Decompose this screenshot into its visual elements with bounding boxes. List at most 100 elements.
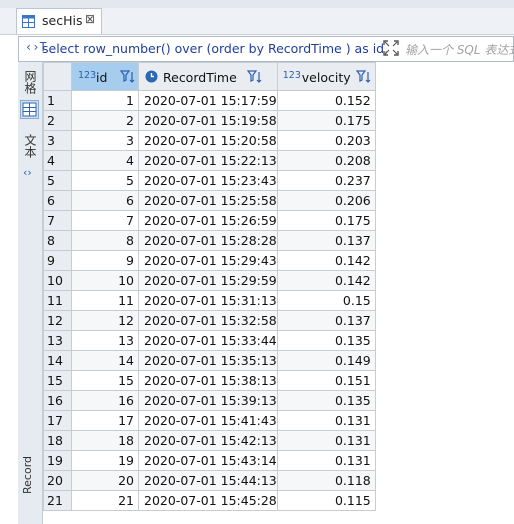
cell-recordtime[interactable]: 2020-07-01 15:38:13 <box>138 370 278 391</box>
row-number-cell[interactable]: 18 <box>43 430 72 451</box>
cell-velocity[interactable]: 0.142 <box>276 250 376 271</box>
table-row[interactable]: 17 17 2020-07-01 15:41:43 0.131 <box>43 410 376 431</box>
cell-id[interactable]: 6 <box>71 190 139 211</box>
cell-recordtime[interactable]: 2020-07-01 15:31:13 <box>138 290 278 311</box>
record-mode-label[interactable]: Record <box>21 456 34 494</box>
cell-id[interactable]: 3 <box>71 130 139 151</box>
table-row[interactable]: 1 1 2020-07-01 15:17:59 0.152 <box>43 90 376 111</box>
cell-velocity[interactable]: 0.149 <box>276 350 376 371</box>
grid-mode-button[interactable] <box>20 100 39 119</box>
cell-velocity[interactable]: 0.152 <box>276 90 376 111</box>
table-row[interactable]: 11 11 2020-07-01 15:31:13 0.15 <box>43 290 376 311</box>
table-row[interactable]: 18 18 2020-07-01 15:42:13 0.131 <box>43 430 376 451</box>
cell-velocity[interactable]: 0.206 <box>276 190 376 211</box>
table-row[interactable]: 12 12 2020-07-01 15:32:58 0.137 <box>43 310 376 331</box>
row-number-cell[interactable]: 14 <box>43 350 72 371</box>
row-number-cell[interactable]: 12 <box>43 310 72 331</box>
table-row[interactable]: 15 15 2020-07-01 15:38:13 0.151 <box>43 370 376 391</box>
cell-recordtime[interactable]: 2020-07-01 15:35:13 <box>138 350 278 371</box>
cell-id[interactable]: 20 <box>71 470 139 491</box>
cell-recordtime[interactable]: 2020-07-01 15:17:59 <box>138 90 278 111</box>
cell-velocity[interactable]: 0.203 <box>276 130 376 151</box>
cell-velocity[interactable]: 0.137 <box>276 230 376 251</box>
cell-recordtime[interactable]: 2020-07-01 15:28:28 <box>138 230 278 251</box>
table-row[interactable]: 4 4 2020-07-01 15:22:13 0.208 <box>43 150 376 171</box>
cell-recordtime[interactable]: 2020-07-01 15:32:58 <box>138 310 278 331</box>
cell-recordtime[interactable]: 2020-07-01 15:23:43 <box>138 170 278 191</box>
cell-recordtime[interactable]: 2020-07-01 15:20:58 <box>138 130 278 151</box>
close-icon[interactable]: ⊠ <box>85 12 95 26</box>
row-number-cell[interactable]: 10 <box>43 270 72 291</box>
cell-recordtime[interactable]: 2020-07-01 15:29:43 <box>138 250 278 271</box>
cell-id[interactable]: 21 <box>71 490 139 511</box>
filter-sort-icon[interactable] <box>120 69 136 85</box>
row-number-cell[interactable]: 15 <box>43 370 72 391</box>
cell-id[interactable]: 2 <box>71 110 139 131</box>
table-row[interactable]: 10 10 2020-07-01 15:29:59 0.142 <box>43 270 376 291</box>
column-header-velocity[interactable]: 123 velocity <box>276 62 376 91</box>
cell-recordtime[interactable]: 2020-07-01 15:19:58 <box>138 110 278 131</box>
row-number-cell[interactable]: 19 <box>43 450 72 471</box>
table-row[interactable]: 2 2 2020-07-01 15:19:58 0.175 <box>43 110 376 131</box>
table-row[interactable]: 19 19 2020-07-01 15:43:14 0.131 <box>43 450 376 471</box>
cell-velocity[interactable]: 0.15 <box>276 290 376 311</box>
cell-velocity[interactable]: 0.115 <box>276 490 376 511</box>
filter-sort-icon[interactable] <box>247 69 263 85</box>
sql-query-bar[interactable]: ‹›T select row_number() over (order by R… <box>18 36 514 62</box>
cell-id[interactable]: 1 <box>71 90 139 111</box>
table-row[interactable]: 8 8 2020-07-01 15:28:28 0.137 <box>43 230 376 251</box>
cell-recordtime[interactable]: 2020-07-01 15:25:58 <box>138 190 278 211</box>
cell-id[interactable]: 16 <box>71 390 139 411</box>
filter-sort-icon[interactable] <box>355 69 372 85</box>
cell-id[interactable]: 4 <box>71 150 139 171</box>
table-row[interactable]: 7 7 2020-07-01 15:26:59 0.175 <box>43 210 376 231</box>
row-number-cell[interactable]: 2 <box>43 110 72 131</box>
row-number-cell[interactable]: 1 <box>43 90 72 111</box>
row-number-cell[interactable]: 8 <box>43 230 72 251</box>
cell-recordtime[interactable]: 2020-07-01 15:29:59 <box>138 270 278 291</box>
cell-velocity[interactable]: 0.137 <box>276 310 376 331</box>
cell-velocity[interactable]: 0.142 <box>276 270 376 291</box>
expand-icon[interactable] <box>382 39 400 57</box>
row-number-cell[interactable]: 13 <box>43 330 72 351</box>
cell-velocity[interactable]: 0.131 <box>276 450 376 471</box>
cell-id[interactable]: 12 <box>71 310 139 331</box>
table-row[interactable]: 3 3 2020-07-01 15:20:58 0.203 <box>43 130 376 151</box>
sql-query-text[interactable]: select row_number() over (order by Recor… <box>42 41 390 56</box>
cell-id[interactable]: 15 <box>71 370 139 391</box>
cell-velocity[interactable]: 0.175 <box>276 110 376 131</box>
cell-id[interactable]: 5 <box>71 170 139 191</box>
row-number-cell[interactable]: 16 <box>43 390 72 411</box>
table-row[interactable]: 16 16 2020-07-01 15:39:13 0.135 <box>43 390 376 411</box>
cell-id[interactable]: 7 <box>71 210 139 231</box>
row-number-cell[interactable]: 4 <box>43 150 72 171</box>
table-row[interactable]: 9 9 2020-07-01 15:29:43 0.142 <box>43 250 376 271</box>
row-number-cell[interactable]: 7 <box>43 210 72 231</box>
cell-velocity[interactable]: 0.135 <box>276 390 376 411</box>
table-row[interactable]: 13 13 2020-07-01 15:33:44 0.135 <box>43 330 376 351</box>
cell-id[interactable]: 18 <box>71 430 139 451</box>
cell-recordtime[interactable]: 2020-07-01 15:41:43 <box>138 410 278 431</box>
row-number-cell[interactable]: 11 <box>43 290 72 311</box>
column-header-recordtime[interactable]: RecordTime <box>138 62 278 91</box>
cell-velocity[interactable]: 0.118 <box>276 470 376 491</box>
cell-velocity[interactable]: 0.208 <box>276 150 376 171</box>
cell-id[interactable]: 9 <box>71 250 139 271</box>
cell-recordtime[interactable]: 2020-07-01 15:45:28 <box>138 490 278 511</box>
cell-velocity[interactable]: 0.175 <box>276 210 376 231</box>
cell-recordtime[interactable]: 2020-07-01 15:42:13 <box>138 430 278 451</box>
cell-id[interactable]: 14 <box>71 350 139 371</box>
cell-velocity[interactable]: 0.237 <box>276 170 376 191</box>
cell-id[interactable]: 11 <box>71 290 139 311</box>
cell-recordtime[interactable]: 2020-07-01 15:33:44 <box>138 330 278 351</box>
row-number-cell[interactable]: 17 <box>43 410 72 431</box>
cell-recordtime[interactable]: 2020-07-01 15:22:13 <box>138 150 278 171</box>
cell-id[interactable]: 8 <box>71 230 139 251</box>
row-number-cell[interactable]: 6 <box>43 190 72 211</box>
text-mode-icon[interactable]: ‹› <box>23 166 32 179</box>
cell-id[interactable]: 10 <box>71 270 139 291</box>
cell-velocity[interactable]: 0.131 <box>276 430 376 451</box>
table-row[interactable]: 20 20 2020-07-01 15:44:13 0.118 <box>43 470 376 491</box>
cell-velocity[interactable]: 0.135 <box>276 330 376 351</box>
sql-filter-input[interactable]: 输入一个 SQL 表达式 <box>405 41 514 58</box>
